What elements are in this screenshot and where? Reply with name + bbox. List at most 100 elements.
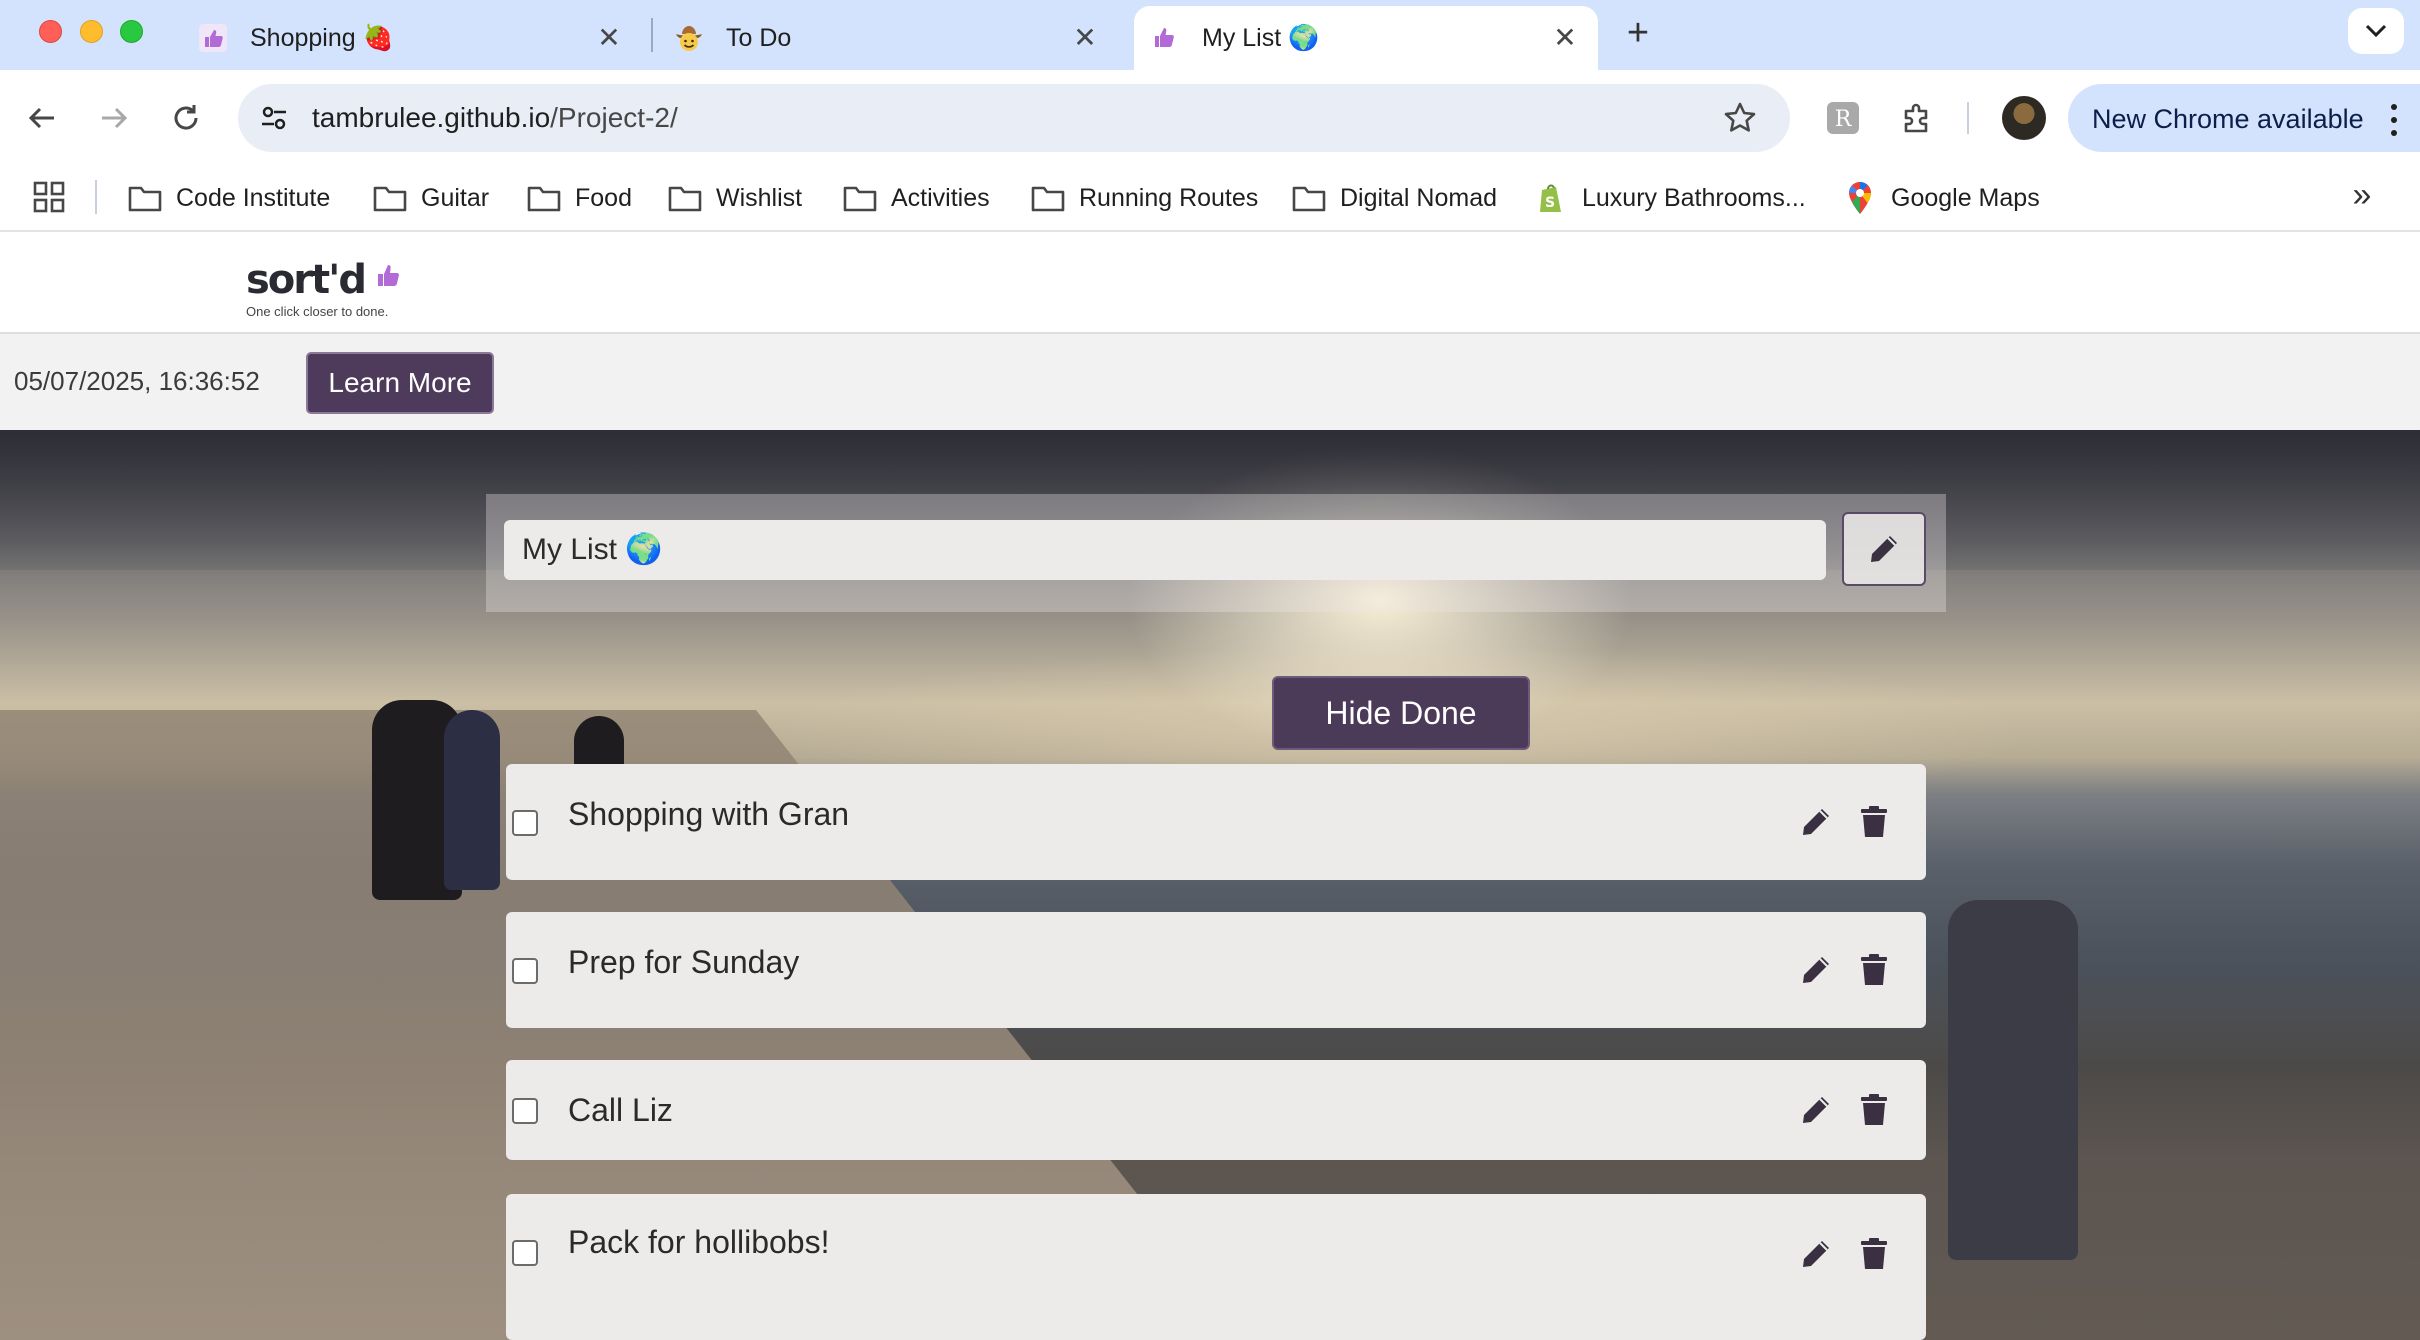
web-page: sort'd One click closer to done. 05/07/2… [0, 234, 2420, 1340]
bookmark-google-maps[interactable]: Google Maps [1843, 178, 2040, 218]
todo-checkbox[interactable] [512, 958, 538, 984]
maximize-window-button[interactable] [120, 20, 143, 43]
url-host: tambrulee.github.io [312, 102, 551, 133]
bookmark-label: Activities [891, 183, 990, 212]
puzzle-icon[interactable] [1895, 96, 1939, 140]
thumbs-up-icon [198, 23, 228, 53]
logo-text: sort'd [246, 257, 367, 303]
apps-grid-icon[interactable] [32, 180, 66, 214]
more-bookmarks-button[interactable]: » [2344, 178, 2380, 216]
bookmark-running-routes[interactable]: Running Routes [1031, 178, 1258, 218]
update-label: New Chrome available [2092, 104, 2364, 134]
more-vert-icon[interactable] [2384, 100, 2404, 140]
bookmark-digital-nomad[interactable]: Digital Nomad [1292, 178, 1497, 218]
bookmark-label: Digital Nomad [1340, 183, 1498, 212]
trash-icon[interactable] [1852, 800, 1896, 844]
bookmark-guitar[interactable]: Guitar [373, 178, 489, 218]
todo-item: Shopping with Gran [506, 764, 1926, 880]
cowboy-emoji-icon [674, 23, 704, 53]
todo-item: Pack for hollibobs! [506, 1194, 1926, 1340]
hide-done-button[interactable]: Hide Done [1272, 676, 1530, 750]
svg-text:R: R [1835, 107, 1853, 132]
beach-background: My List 🌍 Hide Done Shopping with Gran P… [0, 430, 2420, 1340]
forward-button[interactable] [92, 96, 136, 140]
bookmark-code-institute[interactable]: Code Institute [128, 178, 330, 218]
close-window-button[interactable] [39, 20, 62, 43]
close-icon[interactable]: ✕ [1550, 22, 1580, 53]
current-datetime: 05/07/2025, 16:36:52 [14, 366, 260, 396]
info-bar: 05/07/2025, 16:36:52 Learn More [0, 334, 2420, 430]
todo-text: Call Liz [568, 1092, 673, 1128]
address-bar[interactable]: tambrulee.github.io/Project-2/ [238, 84, 1790, 152]
list-title-field[interactable]: My List 🌍 [504, 520, 1826, 580]
folder-icon [1031, 183, 1065, 213]
beach-person [1948, 900, 2078, 1260]
edit-title-button[interactable] [1842, 512, 1926, 586]
browser-toolbar: tambrulee.github.io/Project-2/ R New Chr… [0, 70, 2420, 166]
minimize-window-button[interactable] [80, 20, 103, 43]
bookmark-label: Google Maps [1891, 183, 2040, 212]
tab-to-do[interactable]: To Do ✕ [658, 6, 1118, 70]
map-pin-icon [1843, 182, 1877, 214]
tab-search-button[interactable] [2348, 8, 2404, 54]
todo-item: Call Liz [506, 1060, 1926, 1160]
trash-icon[interactable] [1852, 1232, 1896, 1276]
bookmark-label: Code Institute [176, 183, 331, 212]
bookmark-food[interactable]: Food [527, 178, 632, 218]
todo-text: Prep for Sunday [568, 944, 800, 980]
thumbs-up-icon [375, 262, 403, 295]
close-icon[interactable]: ✕ [1070, 22, 1100, 53]
todo-text: Pack for hollibobs! [568, 1224, 830, 1260]
svg-text:S: S [1545, 195, 1555, 211]
toolbar-separator [1967, 102, 1969, 134]
tab-my-list[interactable]: My List 🌍 ✕ [1134, 6, 1598, 70]
bookmark-wishlist[interactable]: Wishlist [668, 178, 802, 218]
tab-shopping[interactable]: Shopping 🍓 ✕ [182, 6, 642, 70]
todo-checkbox[interactable] [512, 1098, 538, 1124]
tab-title: To Do [726, 23, 792, 52]
pencil-icon[interactable] [1794, 1232, 1838, 1276]
bookmark-label: Food [575, 183, 632, 212]
folder-icon [668, 183, 702, 213]
todo-checkbox[interactable] [512, 810, 538, 836]
arrow-left-icon [28, 107, 54, 129]
bookmark-star-icon[interactable] [1720, 98, 1760, 138]
pencil-icon [1871, 536, 1897, 562]
pencil-icon[interactable] [1794, 948, 1838, 992]
folder-icon [527, 183, 561, 213]
beach-person [444, 710, 500, 890]
tab-title: Shopping 🍓 [250, 23, 394, 52]
pencil-icon[interactable] [1794, 1088, 1838, 1132]
bookmark-luxury-bathrooms[interactable]: S Luxury Bathrooms... [1534, 178, 1806, 218]
site-logo[interactable]: sort'd One click closer to done. [246, 257, 403, 319]
shopify-icon: S [1534, 183, 1568, 213]
folder-icon [843, 183, 877, 213]
thumbs-up-icon [1150, 23, 1180, 53]
folder-icon [128, 183, 162, 213]
back-button[interactable] [20, 96, 64, 140]
todo-text: Shopping with Gran [568, 796, 850, 832]
url-path: /Project-2/ [550, 102, 678, 133]
update-chrome-button[interactable]: New Chrome available [2068, 84, 2420, 152]
url-text: tambrulee.github.io/Project-2/ [312, 102, 678, 134]
close-icon[interactable]: ✕ [594, 22, 624, 53]
bookmarks-bar: Code Institute Guitar Food Wishlist Acti… [0, 166, 2420, 232]
tab-strip: Shopping 🍓 ✕ To Do ✕ My List 🌍 ✕ + [0, 0, 2420, 70]
learn-more-button[interactable]: Learn More [306, 352, 494, 414]
extension-icon[interactable]: R [1821, 96, 1865, 140]
bookmark-label: Guitar [421, 183, 490, 212]
site-settings-icon[interactable] [256, 100, 292, 136]
bookmark-label: Running Routes [1079, 183, 1259, 212]
reload-icon [174, 105, 198, 130]
pencil-icon[interactable] [1794, 800, 1838, 844]
todo-checkbox[interactable] [512, 1240, 538, 1266]
list-title-panel: My List 🌍 [486, 494, 1946, 612]
reload-button[interactable] [164, 96, 208, 140]
new-tab-button[interactable]: + [1618, 14, 1658, 54]
avatar[interactable] [2002, 96, 2046, 140]
trash-icon[interactable] [1852, 1088, 1896, 1132]
arrow-right-icon [102, 107, 128, 129]
bookmark-activities[interactable]: Activities [843, 178, 990, 218]
trash-icon[interactable] [1852, 948, 1896, 992]
todo-item: Prep for Sunday [506, 912, 1926, 1028]
